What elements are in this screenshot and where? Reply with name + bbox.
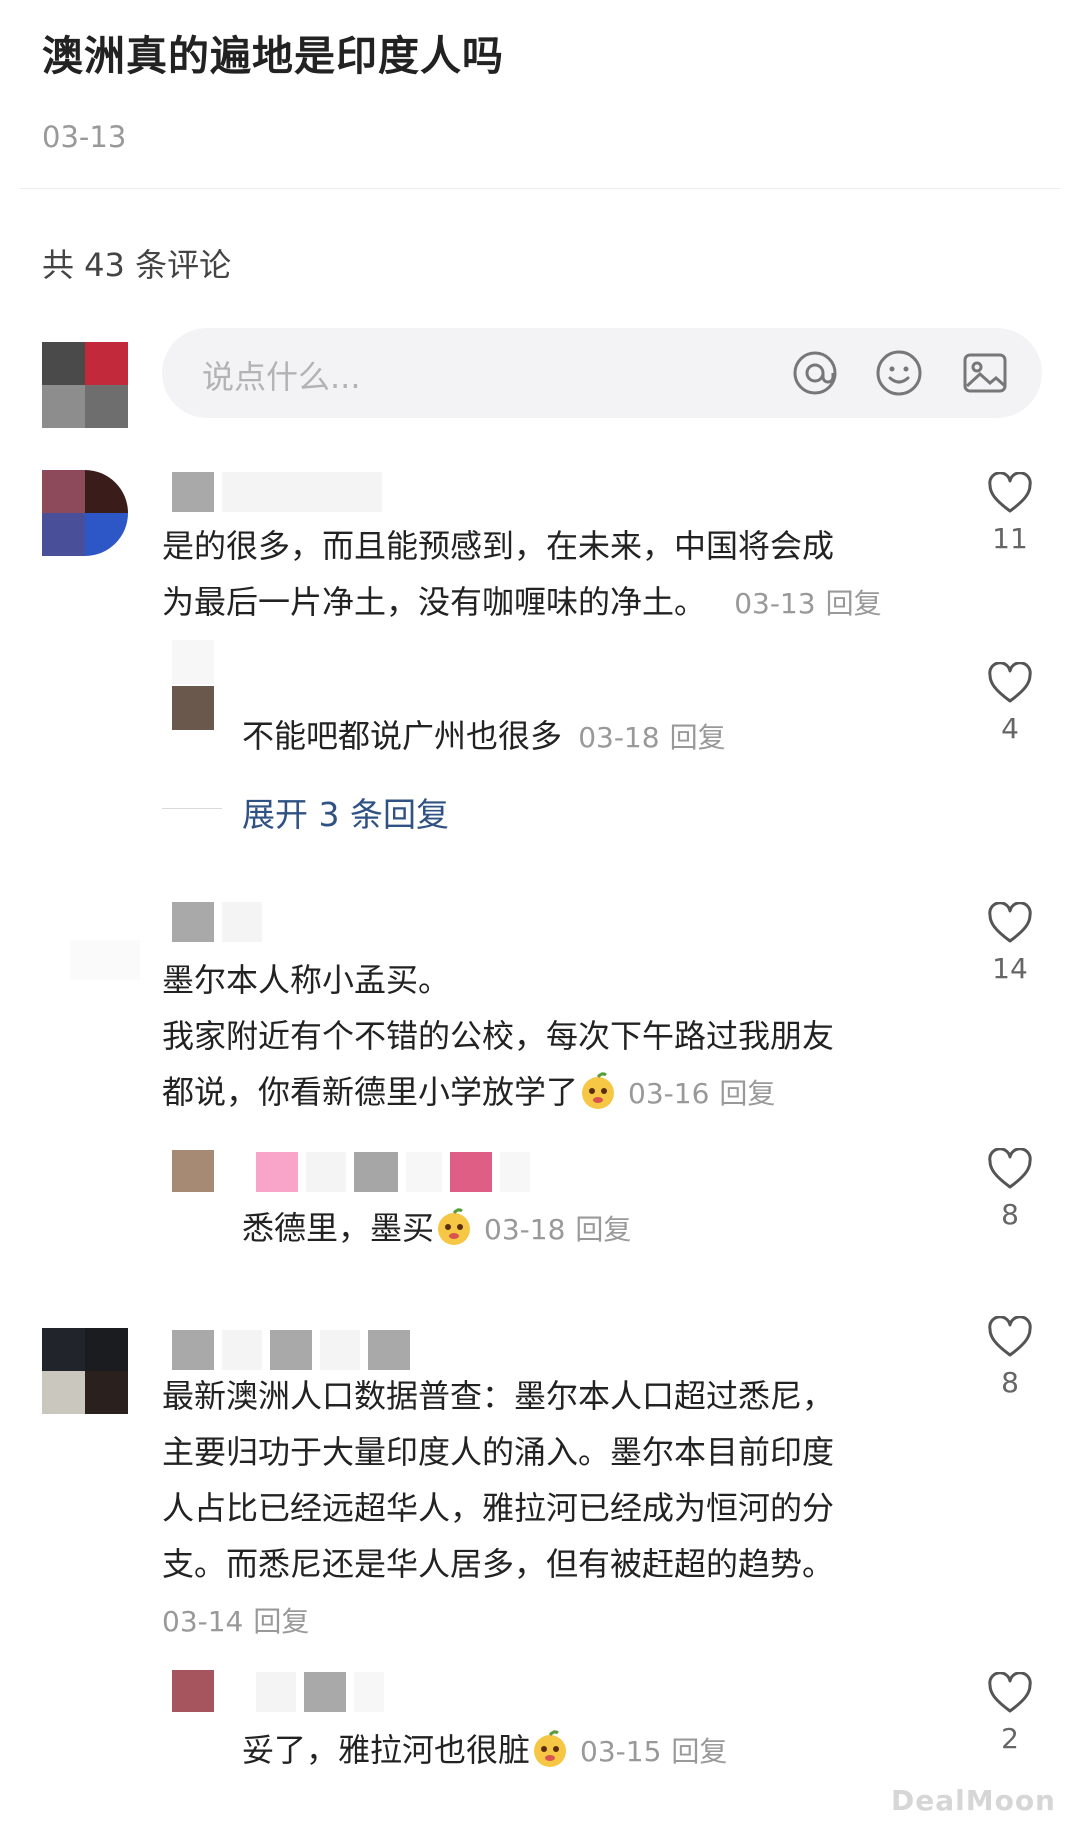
like-button[interactable]: 4 (970, 662, 1050, 745)
heart-icon (988, 662, 1032, 703)
heart-icon (988, 472, 1032, 513)
comment-avatar[interactable] (42, 1328, 128, 1414)
like-button[interactable]: 2 (970, 1672, 1050, 1755)
like-count: 8 (1001, 1198, 1019, 1231)
page-title: 澳洲真的遍地是印度人吗 (42, 32, 504, 80)
comment-avatar[interactable] (70, 940, 140, 980)
reply-button[interactable]: 回复 (575, 1213, 631, 1246)
image-icon[interactable] (960, 348, 1010, 398)
like-count: 8 (1001, 1366, 1019, 1399)
reply-date: 03-15 (580, 1735, 662, 1768)
header-divider (20, 188, 1060, 189)
comment-date: 03-13 (734, 587, 816, 620)
reply-text: 悉德里，墨买 03-18 回复 (242, 1208, 632, 1247)
like-button[interactable]: 11 (970, 472, 1050, 555)
reply-avatar[interactable] (172, 640, 214, 730)
comment-count: 共 43 条评论 (42, 246, 232, 284)
like-count: 14 (992, 952, 1028, 985)
reply-text: 妥了，雅拉河也很脏 03-15 回复 (242, 1730, 728, 1769)
like-button[interactable]: 8 (970, 1148, 1050, 1231)
at-icon[interactable] (790, 348, 840, 398)
watermark: DealMoon (891, 1784, 1056, 1817)
like-count: 4 (1001, 712, 1019, 745)
username-blurred[interactable] (172, 900, 262, 942)
emoji-face-icon (582, 1072, 615, 1109)
heart-icon (988, 902, 1032, 943)
reply-text: 不能吧都说广州也很多 03-18 回复 (242, 717, 726, 755)
post-date: 03-13 (42, 120, 127, 154)
username-blurred[interactable] (172, 470, 382, 512)
reply-button[interactable]: 回复 (253, 1605, 309, 1638)
username-blurred[interactable] (256, 1670, 384, 1712)
username-blurred[interactable] (256, 1150, 530, 1192)
heart-icon (988, 1672, 1032, 1713)
emoji-icon[interactable] (874, 348, 924, 398)
comment-avatar[interactable] (42, 470, 128, 556)
emoji-face-icon (438, 1208, 471, 1245)
reply-date: 03-18 (484, 1213, 566, 1246)
reply-button[interactable]: 回复 (719, 1077, 775, 1110)
reply-button[interactable]: 回复 (670, 721, 726, 754)
heart-icon (988, 1148, 1032, 1189)
reply-avatar[interactable] (172, 1670, 214, 1712)
comment-date: 03-14 (162, 1605, 244, 1638)
like-count: 11 (992, 522, 1028, 555)
expand-divider (162, 808, 222, 809)
expand-replies-link[interactable]: 展开 3 条回复 (242, 788, 449, 836)
like-button[interactable]: 14 (970, 902, 1050, 985)
current-user-avatar[interactable] (42, 342, 128, 428)
comment-date: 03-16 (628, 1077, 710, 1110)
emoji-face-icon (534, 1730, 567, 1767)
comment-input-placeholder: 说点什么... (202, 358, 361, 396)
like-button[interactable]: 8 (970, 1316, 1050, 1399)
comment-text: 是的很多，而且能预感到，在未来，中国将会成 为最后一片净土，没有咖喱味的净土。 … (162, 527, 882, 621)
heart-icon (988, 1316, 1032, 1357)
comment-text: 最新澳洲人口数据普查：墨尔本人口超过悉尼， 主要归功于大量印度人的涌入。墨尔本目… (162, 1377, 835, 1638)
reply-date: 03-18 (578, 721, 660, 754)
comment-text: 墨尔本人称小孟买。 我家附近有个不错的公校，每次下午路过我朋友 都说，你看新德里… (162, 961, 835, 1111)
reply-button[interactable]: 回复 (671, 1735, 727, 1768)
reply-button[interactable]: 回复 (826, 587, 882, 620)
reply-avatar[interactable] (172, 1150, 214, 1192)
like-count: 2 (1001, 1722, 1019, 1755)
comment-input[interactable]: 说点什么... (162, 328, 1042, 418)
username-blurred[interactable] (172, 1328, 410, 1370)
